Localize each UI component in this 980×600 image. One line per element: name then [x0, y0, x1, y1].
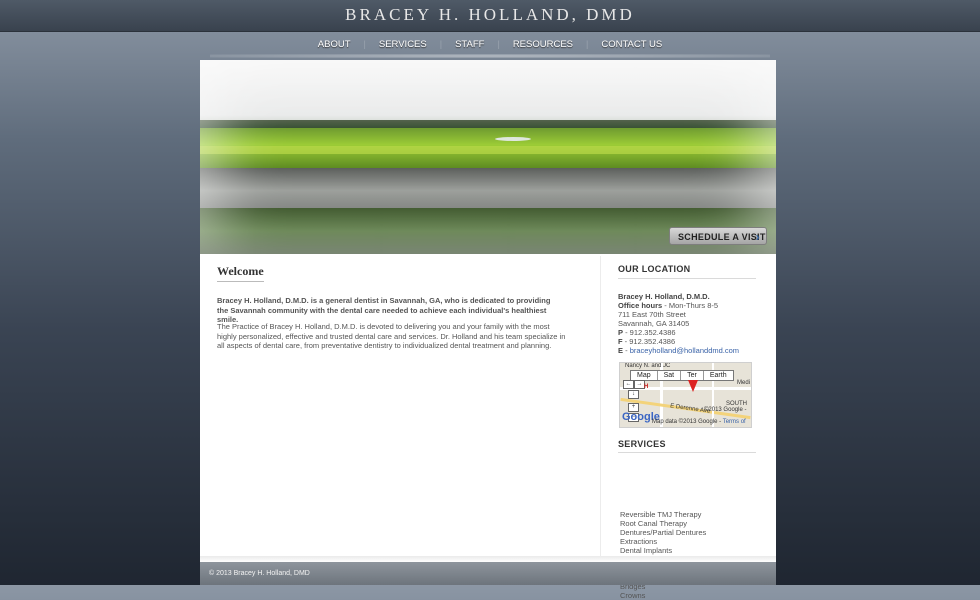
location-heading: OUR LOCATION	[618, 264, 691, 274]
city-state-zip: Savannah, GA 31405	[618, 319, 690, 328]
nav-contact-us[interactable]: CONTACT US	[588, 39, 675, 50]
hero-vignette	[200, 60, 776, 254]
service-item[interactable]: Extractions	[620, 537, 770, 546]
street-address: 711 East 70th Street	[618, 310, 686, 319]
office-hours-value: - Mon-Thurs 8-5	[662, 301, 719, 310]
map-data-text: Map data ©2013 Google -	[652, 419, 722, 425]
map-tab-sat[interactable]: Sat	[658, 371, 682, 380]
email-separator: -	[623, 346, 630, 355]
page-title: Welcome	[217, 264, 264, 282]
service-item[interactable]: Reversible TMJ Therapy	[620, 510, 770, 519]
nav-glow	[210, 54, 770, 58]
main-nav: ABOUT | SERVICES | STAFF | RESOURCES | C…	[0, 34, 980, 54]
intro-paragraph: Bracey H. Holland, D.M.D. is a general d…	[217, 296, 551, 324]
service-item[interactable]: Crowns	[620, 591, 770, 600]
map-place-label: Medi	[737, 380, 751, 386]
footer-copyright: © 2013 Bracey H. Holland, DMD	[209, 570, 310, 577]
schedule-visit-label: SCHEDULE A VISIT	[678, 232, 766, 242]
service-item[interactable]: Dental Implants	[620, 546, 770, 555]
site-footer: © 2013 Bracey H. Holland, DMD	[200, 562, 776, 585]
map-tab-map[interactable]: Map	[631, 371, 658, 380]
main-content: Welcome Bracey H. Holland, D.M.D. is a g…	[200, 256, 601, 556]
sidebar: OUR LOCATION Bracey H. Holland, D.M.D. O…	[610, 256, 770, 600]
fax-value: - 912.352.4386	[622, 337, 676, 346]
map-tab-earth[interactable]: Earth	[704, 371, 733, 380]
service-item[interactable]: Dentures/Partial Dentures	[620, 528, 770, 537]
body-paragraph: The Practice of Bracey H. Holland, D.M.D…	[217, 322, 566, 350]
chevron-right-icon: ›	[755, 230, 760, 244]
map-marker-label: H	[644, 384, 649, 390]
location-map[interactable]: Nancy N. and JC Map Sat Ter Earth ← → ↓ …	[619, 362, 752, 428]
services-heading: SERVICES	[618, 439, 666, 449]
site-title[interactable]: BRACEY H. HOLLAND, DMD	[0, 5, 980, 25]
nav-about[interactable]: ABOUT	[305, 39, 364, 50]
content-frame: SCHEDULE A VISIT › Welcome Bracey H. Hol…	[200, 60, 776, 600]
map-copyright: ©2013 Google -	[704, 407, 747, 413]
map-type-tabs: Map Sat Ter Earth	[630, 370, 734, 381]
phone: P - 912.352.4386	[618, 328, 768, 337]
nav-services[interactable]: SERVICES	[366, 39, 440, 50]
fax: F - 912.352.4386	[618, 337, 768, 346]
nav-resources[interactable]: RESOURCES	[500, 39, 586, 50]
hero-image: SCHEDULE A VISIT ›	[200, 60, 776, 254]
nav-staff[interactable]: STAFF	[442, 39, 497, 50]
services-list: Reversible TMJ Therapy Root Canal Therapy…	[620, 510, 770, 600]
practice-name: Bracey H. Holland, D.M.D.	[618, 292, 710, 301]
map-data-credit: Map data ©2013 Google - Terms of	[652, 419, 746, 425]
schedule-visit-button[interactable]: SCHEDULE A VISIT ›	[669, 227, 767, 245]
map-pan-down-icon[interactable]: ↓	[628, 390, 639, 399]
site-header: BRACEY H. HOLLAND, DMD	[0, 0, 980, 32]
service-item[interactable]: Root Canal Therapy	[620, 519, 770, 528]
office-hours-label: Office hours	[618, 301, 663, 310]
office-hours: Office hours - Mon-Thurs 8-5	[618, 301, 768, 310]
map-tab-ter[interactable]: Ter	[681, 371, 704, 380]
map-terms-link[interactable]: Terms of	[723, 419, 746, 425]
map-pan-left-icon[interactable]: ←	[623, 380, 634, 389]
email: E - braceyholland@hollanddmd.com	[618, 346, 768, 355]
map-pin-icon[interactable]	[688, 380, 698, 392]
email-link[interactable]: braceyholland@hollanddmd.com	[630, 346, 739, 355]
services-divider	[618, 452, 756, 453]
location-details: Bracey H. Holland, D.M.D. Office hours -…	[618, 292, 768, 355]
map-street-label: Nancy N. and JC	[625, 363, 671, 369]
phone-value: - 912.352.4386	[623, 328, 676, 337]
location-divider	[618, 278, 756, 279]
